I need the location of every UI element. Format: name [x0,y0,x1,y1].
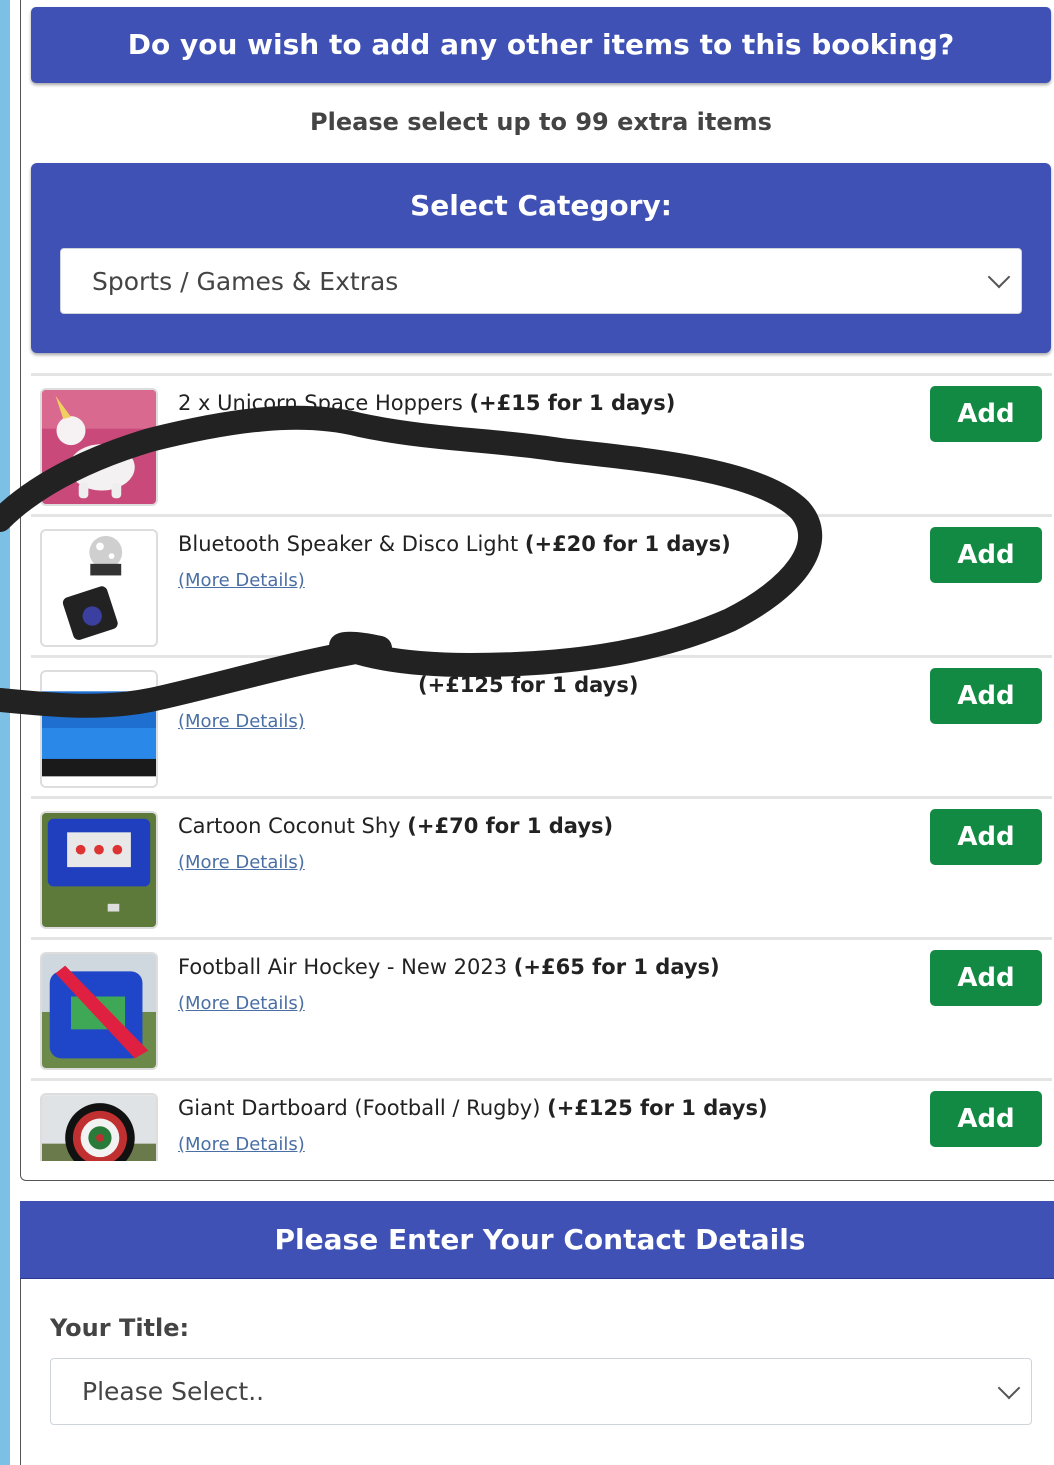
speaker-disco-image [42,531,156,645]
extras-limit-text: Please select up to 99 extra items [310,108,772,136]
more-details-link[interactable]: (More Details) [178,711,305,732]
item-title: Cartoon Coconut Shy (+£70 for 1 days) [178,814,613,838]
item-title: Giant Dartboard (Football / Rugby) (+£12… [178,1096,768,1120]
more-details-link[interactable]: (More Details) [178,852,305,873]
your-title-select[interactable]: Please Select.. [50,1358,1032,1425]
unicorn-hopper-image [42,390,156,504]
add-button[interactable]: Add [930,668,1042,724]
your-title-label: Your Title: [50,1314,190,1342]
list-item: Cartoon Coconut Shy (+£70 for 1 days) (M… [31,796,1052,937]
add-button[interactable]: Add [930,527,1042,583]
item-title: 2 x Unicorn Space Hoppers (+£15 for 1 da… [178,391,675,415]
inflatable-image [42,672,156,786]
item-price: (+£70 for 1 days) [407,814,614,838]
item-price: (+£65 for 1 days) [513,955,720,979]
contact-details-banner: Please Enter Your Contact Details [20,1201,1054,1279]
list-item: Football Air Hockey - New 2023 (+£65 for… [31,937,1052,1078]
item-thumbnail[interactable] [40,811,158,929]
your-title-placeholder: Please Select.. [82,1377,265,1406]
item-name: 2 x Unicorn Space Hoppers [178,391,463,415]
item-thumbnail[interactable] [40,952,158,1070]
list-item: 2 x Unicorn Space Hoppers (+£15 for 1 da… [31,373,1052,514]
item-title: (+£125 for 1 days) [178,673,638,697]
item-thumbnail[interactable] [40,1093,158,1161]
chevron-down-icon [987,265,1011,289]
list-item: (+£125 for 1 days) (More Details) Add [31,655,1052,796]
category-select[interactable]: Sports / Games & Extras [60,248,1022,314]
item-price: (+£15 for 1 days) [469,391,676,415]
category-title: Select Category: [410,189,672,222]
page-left-strip [0,0,10,1465]
item-name: Football Air Hockey - New 2023 [178,955,508,979]
list-item: Giant Dartboard (Football / Rugby) (+£12… [31,1078,1052,1161]
item-name: Cartoon Coconut Shy [178,814,401,838]
more-details-link[interactable]: (More Details) [178,570,305,591]
more-details-link[interactable]: (More Details) [178,1134,305,1155]
item-name: Giant Dartboard (Football / Rugby) [178,1096,541,1120]
air-hockey-image [42,954,156,1068]
list-item: Bluetooth Speaker & Disco Light (+£20 fo… [31,514,1052,655]
item-title: Football Air Hockey - New 2023 (+£65 for… [178,955,720,979]
add-button[interactable]: Add [930,1091,1042,1147]
item-price: (+£20 for 1 days) [524,532,731,556]
category-selected-value: Sports / Games & Extras [92,266,399,296]
chevron-down-icon [997,1376,1021,1399]
item-thumbnail[interactable] [40,529,158,647]
dartboard-image [42,1095,156,1161]
item-price: (+£125 for 1 days) [418,673,639,697]
category-panel: Select Category: Sports / Games & Extras [31,163,1051,353]
add-button[interactable]: Add [930,950,1042,1006]
coconut-shy-image [42,813,156,927]
extras-question-banner: Do you wish to add any other items to th… [31,7,1051,83]
item-thumbnail[interactable] [40,670,158,788]
add-button[interactable]: Add [930,386,1042,442]
item-name: Bluetooth Speaker & Disco Light [178,532,519,556]
item-thumbnail[interactable] [40,388,158,506]
item-price: (+£125 for 1 days) [547,1096,768,1120]
item-title: Bluetooth Speaker & Disco Light (+£20 fo… [178,532,731,556]
more-details-link[interactable]: (More Details) [178,993,305,1014]
add-button[interactable]: Add [930,809,1042,865]
